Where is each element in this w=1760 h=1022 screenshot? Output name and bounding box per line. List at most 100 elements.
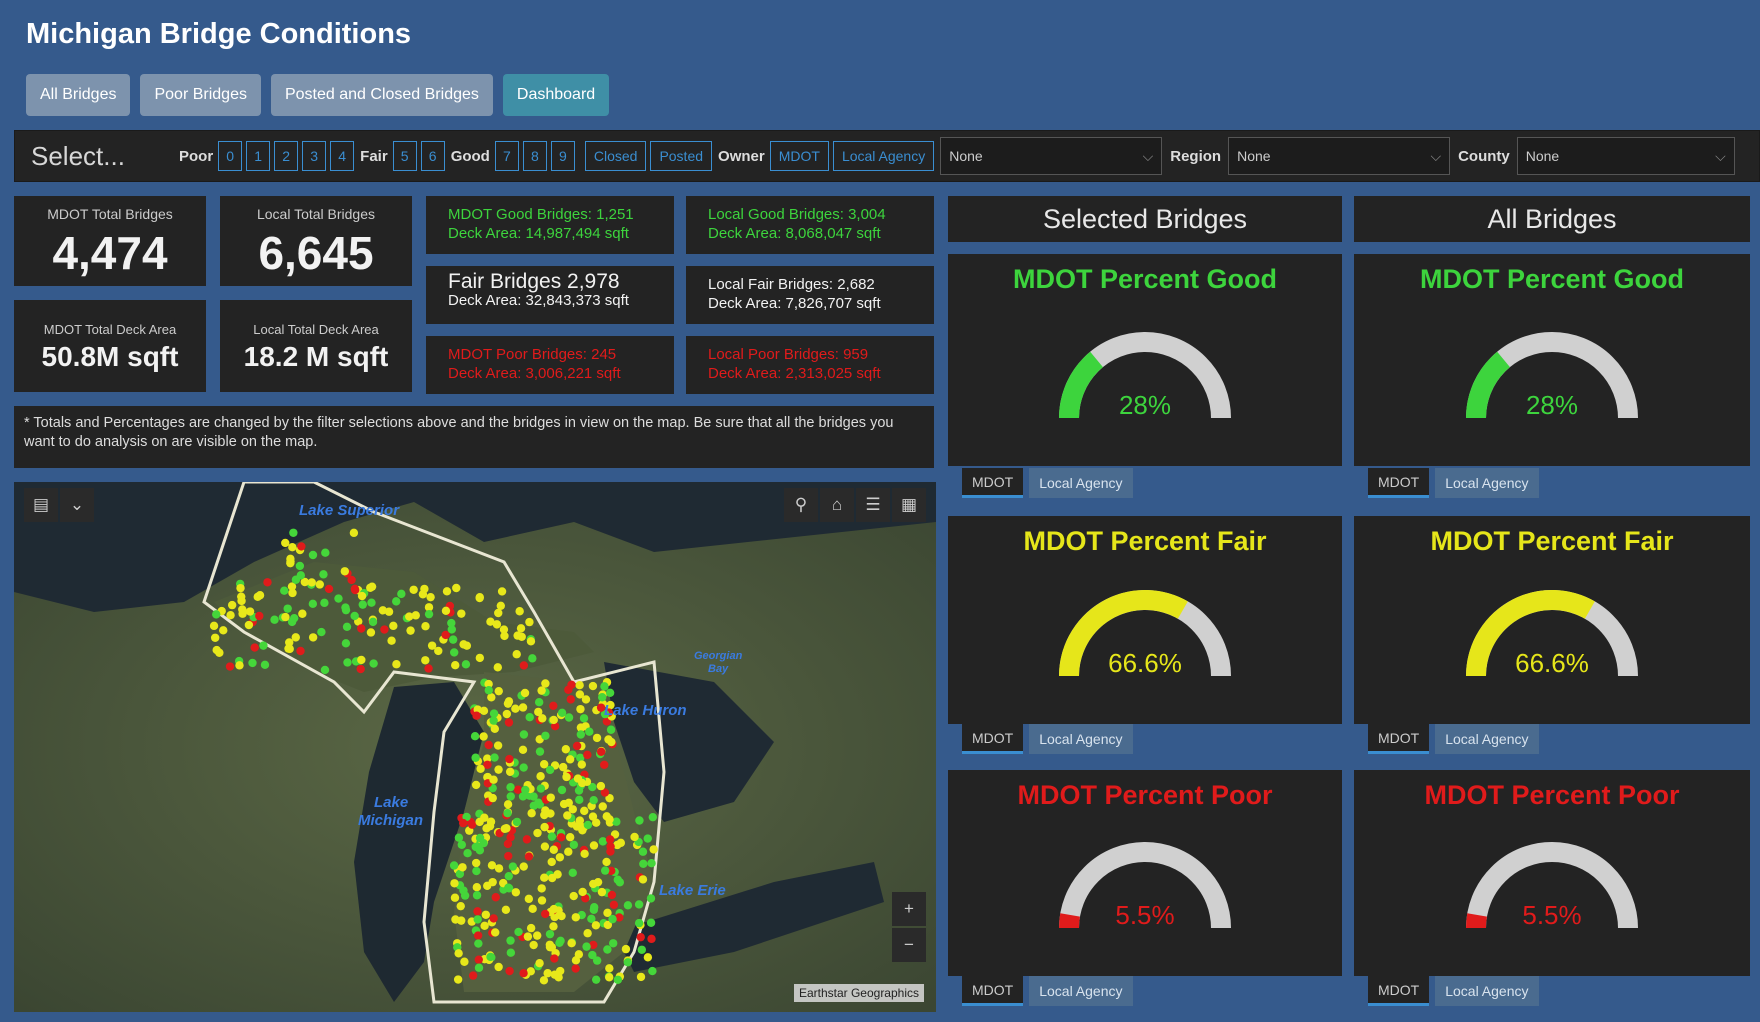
list-icon[interactable]: ☰ [856,488,890,522]
filter-good-9[interactable]: 9 [550,141,575,171]
bridge-marker [259,641,268,650]
local-total-bridges-label: Local Total Bridges [256,206,376,222]
bridge-marker [284,644,293,653]
bridge-marker [580,849,589,859]
bridge-marker [527,809,536,818]
gauge-dial [1059,590,1231,677]
filter-owner-mdot[interactable]: MDOT [769,141,829,171]
bridge-marker [638,847,648,856]
tab-mdot[interactable]: MDOT [1368,976,1430,1006]
bridge-marker [592,733,602,743]
bridge-marker [452,583,461,593]
zoom-out-button[interactable]: − [892,928,926,962]
bridge-marker [504,871,513,881]
filter-poor-3[interactable]: 3 [302,141,327,171]
bridge-marker [643,953,653,962]
filter-poor-0[interactable]: 0 [218,141,243,171]
tab-local-agency[interactable]: Local Agency [1029,976,1133,1006]
bridge-marker [380,625,389,634]
tab-dashboard[interactable]: Dashboard [502,74,610,116]
owner-dropdown[interactable]: None ⌵ [940,137,1163,175]
local-fair-card: Local Fair Bridges: 2,682 Deck Area: 7,8… [686,266,934,324]
filter-fair-5[interactable]: 5 [392,141,417,171]
filter-good-8[interactable]: 8 [522,141,547,171]
bridge-marker [649,845,658,854]
bridge-marker [646,918,656,927]
tab-mdot[interactable]: MDOT [962,468,1024,498]
bridge-marker [564,713,574,722]
mdot-total-bridges-card: MDOT Total Bridges 4,474 [14,196,206,286]
bridge-marker [519,661,529,670]
bridge-marker [504,851,513,861]
bridge-marker [598,837,608,846]
bridge-marker [591,921,601,930]
mdot-deck-area-label: MDOT Total Deck Area [43,322,177,337]
home-icon[interactable]: ⌂ [820,488,854,522]
tab-local-agency[interactable]: Local Agency [1435,976,1539,1006]
bridge-marker [475,833,485,843]
tab-local-agency[interactable]: Local Agency [1029,724,1133,754]
bridge-marker [520,688,530,698]
mdot-fair-deck: Deck Area: 32,843,373 sqft [448,292,629,309]
filter-posted-button[interactable]: Posted [650,141,713,171]
tab-local-agency[interactable]: Local Agency [1435,724,1539,754]
bridge-marker [562,772,571,782]
bridge-marker [288,543,297,552]
mdot-good-deck: Deck Area: 14,987,494 sqft [448,225,629,242]
bridge-marker [315,580,324,589]
bridge-marker [281,538,290,548]
bridge-marker [481,910,491,919]
tab-mdot[interactable]: MDOT [1368,724,1430,754]
chevron-down-icon: ⌵ [1142,147,1154,164]
local-deck-area-card: Local Total Deck Area 18.2 M sqft [220,300,412,392]
tab-bar: All Bridges Poor Bridges Posted and Clos… [26,74,610,116]
filter-good-7[interactable]: 7 [494,141,519,171]
bridge-map[interactable]: Lake Superior Lake Michigan Lake Huron L… [14,482,936,1012]
county-filter-label: County [1458,147,1510,165]
county-dropdown[interactable]: None ⌵ [1516,137,1735,175]
filter-owner-local[interactable]: Local Agency [832,141,935,171]
bridge-marker [583,750,592,760]
bridge-marker [460,891,470,900]
bridge-marker [501,905,511,914]
bridge-marker [583,820,593,830]
filter-poor-1[interactable]: 1 [246,141,271,171]
mdot-deck-area-card: MDOT Total Deck Area 50.8M sqft [14,300,206,392]
tab-mdot[interactable]: MDOT [1368,468,1430,498]
region-dropdown[interactable]: None ⌵ [1228,137,1451,175]
bridge-marker [473,907,482,916]
bridge-marker [606,725,616,734]
chevron-down-icon[interactable]: ⌄ [60,488,94,522]
bridge-marker [592,956,602,965]
zoom-in-button[interactable]: + [892,892,926,926]
bridge-marker [524,852,534,861]
tab-all-bridges[interactable]: All Bridges [26,74,131,116]
tab-mdot[interactable]: MDOT [962,976,1024,1006]
bridge-marker [616,838,626,848]
filter-poor-4[interactable]: 4 [330,141,355,171]
tab-poor-bridges[interactable]: Poor Bridges [140,74,261,116]
gauge-value: 28% [1525,390,1579,420]
local-poor-deck: Deck Area: 2,313,025 sqft [708,365,881,382]
region-filter-label: Region [1170,147,1222,165]
filter-poor-2[interactable]: 2 [274,141,299,171]
selected-fair-gauge: MDOT Percent Fair 66.6% [948,516,1342,724]
bridge-marker [639,859,648,869]
search-icon[interactable]: ⚲ [784,488,818,522]
basemap-icon[interactable]: ▦ [892,488,926,522]
lake-erie-label: Lake Erie [659,882,726,899]
filter-closed-button[interactable]: Closed [584,141,647,171]
bridge-marker [473,915,482,924]
bridge-marker [569,840,579,849]
tab-local-agency[interactable]: Local Agency [1029,468,1133,498]
bridge-marker [519,763,528,772]
tab-local-agency[interactable]: Local Agency [1435,468,1539,498]
layers-icon[interactable]: ▤ [24,488,58,522]
filter-fair-6[interactable]: 6 [420,141,445,171]
bridge-marker [324,584,334,594]
gauge-dial [1059,842,1231,929]
tab-posted-closed[interactable]: Posted and Closed Bridges [270,74,493,116]
map-canvas [14,482,936,1012]
bridge-marker [526,923,536,933]
tab-mdot[interactable]: MDOT [962,724,1024,754]
